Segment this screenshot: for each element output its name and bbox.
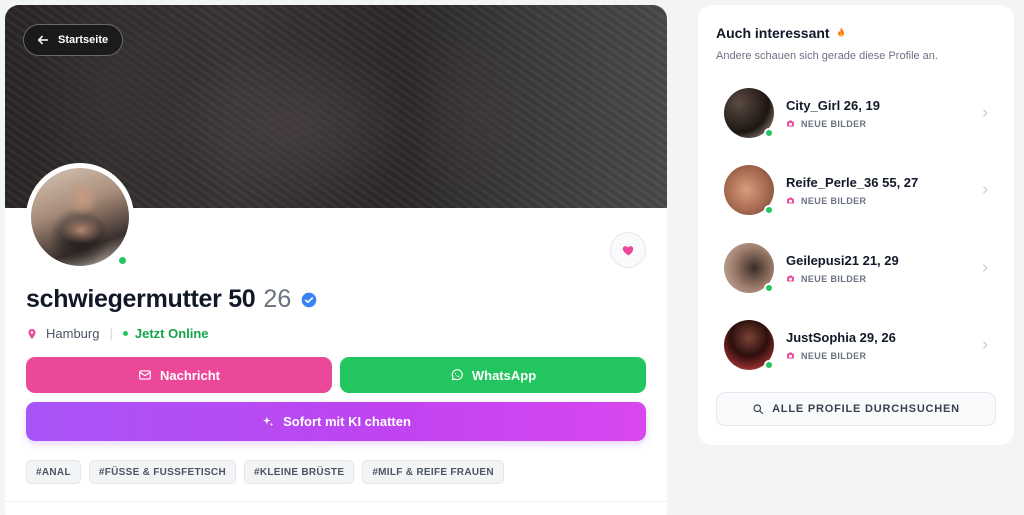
online-status: Jetzt Online <box>134 326 209 341</box>
suggestions-title: Auch interessant <box>716 25 848 41</box>
suggestion-name: Reife_Perle_36 55, 27 <box>786 174 919 190</box>
favorite-button[interactable] <box>610 232 646 268</box>
browse-all-label: ALLE PROFILE DURCHSUCHEN <box>772 403 960 415</box>
chevron-right-icon <box>983 341 988 349</box>
badge-label: NEUE BILDER <box>801 118 867 129</box>
new-pictures-badge: NEUE BILDER <box>786 196 980 206</box>
online-indicator <box>764 360 774 370</box>
whatsapp-icon <box>451 369 463 381</box>
suggestion-avatar <box>724 320 774 370</box>
mail-icon <box>139 370 151 380</box>
whatsapp-label: WhatsApp <box>471 367 537 383</box>
new-pictures-badge: NEUE BILDER <box>786 274 980 284</box>
meta-separator: | <box>109 326 113 341</box>
tag-item[interactable]: #KLEINE BRÜSTE <box>243 460 355 484</box>
heart-icon <box>622 245 633 255</box>
back-label: Startseite <box>58 34 109 46</box>
status-dot <box>122 331 128 336</box>
message-label: Nachricht <box>160 367 220 383</box>
profile-meta: Hamburg | Jetzt Online <box>26 326 209 341</box>
suggestions-title-text: Auch interessant <box>716 25 830 41</box>
map-pin-icon <box>28 328 36 339</box>
ai-chat-button[interactable]: Sofort mit KI chatten <box>26 402 646 441</box>
camera-icon <box>787 352 794 359</box>
suggestion-item[interactable]: JustSophia 29, 26 NEUE BILDER <box>724 318 994 372</box>
suggestion-avatar <box>724 88 774 138</box>
section-divider <box>5 501 667 502</box>
new-pictures-badge: NEUE BILDER <box>786 119 980 129</box>
whatsapp-button[interactable]: WhatsApp <box>340 357 646 393</box>
message-button[interactable]: Nachricht <box>26 357 332 393</box>
online-indicator <box>764 128 774 138</box>
online-indicator <box>764 283 774 293</box>
ai-chat-label: Sofort mit KI chatten <box>283 414 411 429</box>
badge-label: NEUE BILDER <box>801 195 867 206</box>
profile-heading: schwiegermutter 50 26 <box>26 285 317 314</box>
suggestion-name: JustSophia 29, 26 <box>786 329 896 345</box>
tag-item[interactable]: #ANAL <box>26 460 81 484</box>
online-indicator <box>764 205 774 215</box>
chevron-right-icon <box>983 264 988 272</box>
suggestions-subtitle: Andere schauen sich gerade diese Profile… <box>716 50 938 62</box>
suggestion-name: Geilepusi21 21, 29 <box>786 252 899 268</box>
tag-item[interactable]: #FÜSSE & FUSSFETISCH <box>88 460 236 484</box>
sparkle-icon <box>263 416 274 426</box>
profile-name: schwiegermutter 50 <box>26 285 256 313</box>
tag-list: #ANAL #FÜSSE & FUSSFETISCH #KLEINE BRÜST… <box>26 460 504 484</box>
badge-label: NEUE BILDER <box>801 273 867 284</box>
chevron-right-icon <box>983 109 988 117</box>
camera-icon <box>787 197 794 204</box>
profile-age: 26 <box>263 285 292 313</box>
suggestion-item[interactable]: City_Girl 26, 19 NEUE BILDER <box>724 86 994 140</box>
profile-location: Hamburg <box>46 326 100 341</box>
flame-icon <box>837 27 844 37</box>
chevron-right-icon <box>983 186 988 194</box>
suggestion-item[interactable]: Geilepusi21 21, 29 NEUE BILDER <box>724 241 994 295</box>
tag-item[interactable]: #MILF & REIFE FRAUEN <box>362 460 504 484</box>
camera-icon <box>787 275 794 282</box>
new-pictures-badge: NEUE BILDER <box>786 351 980 361</box>
profile-card: Startseite schwiegermutter 50 26 Hamburg… <box>5 5 667 515</box>
badge-label: NEUE BILDER <box>801 350 867 361</box>
avatar[interactable] <box>26 163 134 271</box>
suggestion-name: City_Girl 26, 19 <box>786 97 880 113</box>
suggestions-card: Auch interessant Andere schauen sich ger… <box>698 5 1014 445</box>
verified-icon <box>301 292 317 307</box>
search-icon <box>753 404 764 415</box>
suggestion-avatar <box>724 165 774 215</box>
online-indicator <box>117 255 128 266</box>
camera-icon <box>787 120 794 127</box>
suggestion-item[interactable]: Reife_Perle_36 55, 27 NEUE BILDER <box>724 163 994 217</box>
back-to-home-button[interactable]: Startseite <box>23 24 124 56</box>
suggestion-avatar <box>724 243 774 293</box>
avatar-image <box>31 168 129 266</box>
browse-all-profiles-button[interactable]: ALLE PROFILE DURCHSUCHEN <box>716 392 996 426</box>
arrow-left-icon <box>37 35 49 45</box>
